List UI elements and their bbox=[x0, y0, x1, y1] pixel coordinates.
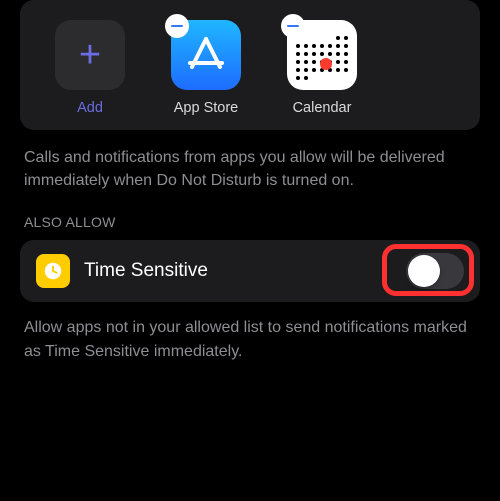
plus-icon: + bbox=[79, 34, 101, 77]
add-label: Add bbox=[77, 100, 103, 116]
add-app-item[interactable]: + Add bbox=[46, 20, 134, 116]
clock-icon bbox=[36, 254, 70, 288]
time-sensitive-description: Allow apps not in your allowed list to s… bbox=[0, 312, 500, 384]
time-sensitive-toggle[interactable] bbox=[406, 253, 464, 289]
remove-badge-icon[interactable] bbox=[165, 14, 189, 38]
toggle-knob bbox=[408, 255, 440, 287]
apps-description: Calls and notifications from apps you al… bbox=[0, 142, 500, 214]
app-label: Calendar bbox=[293, 100, 352, 116]
time-sensitive-row[interactable]: Time Sensitive bbox=[20, 240, 480, 302]
add-icon: + bbox=[55, 20, 125, 90]
time-sensitive-label: Time Sensitive bbox=[84, 260, 392, 282]
app-item-appstore[interactable]: App Store bbox=[162, 20, 250, 116]
allowed-apps-card: + Add App Store bbox=[20, 0, 480, 130]
apps-row: + Add App Store bbox=[36, 20, 464, 116]
section-header-also-allow: ALSO ALLOW bbox=[0, 214, 500, 240]
app-item-calendar[interactable]: Calendar bbox=[278, 20, 366, 116]
remove-badge-icon[interactable] bbox=[281, 14, 305, 38]
app-label: App Store bbox=[174, 100, 239, 116]
